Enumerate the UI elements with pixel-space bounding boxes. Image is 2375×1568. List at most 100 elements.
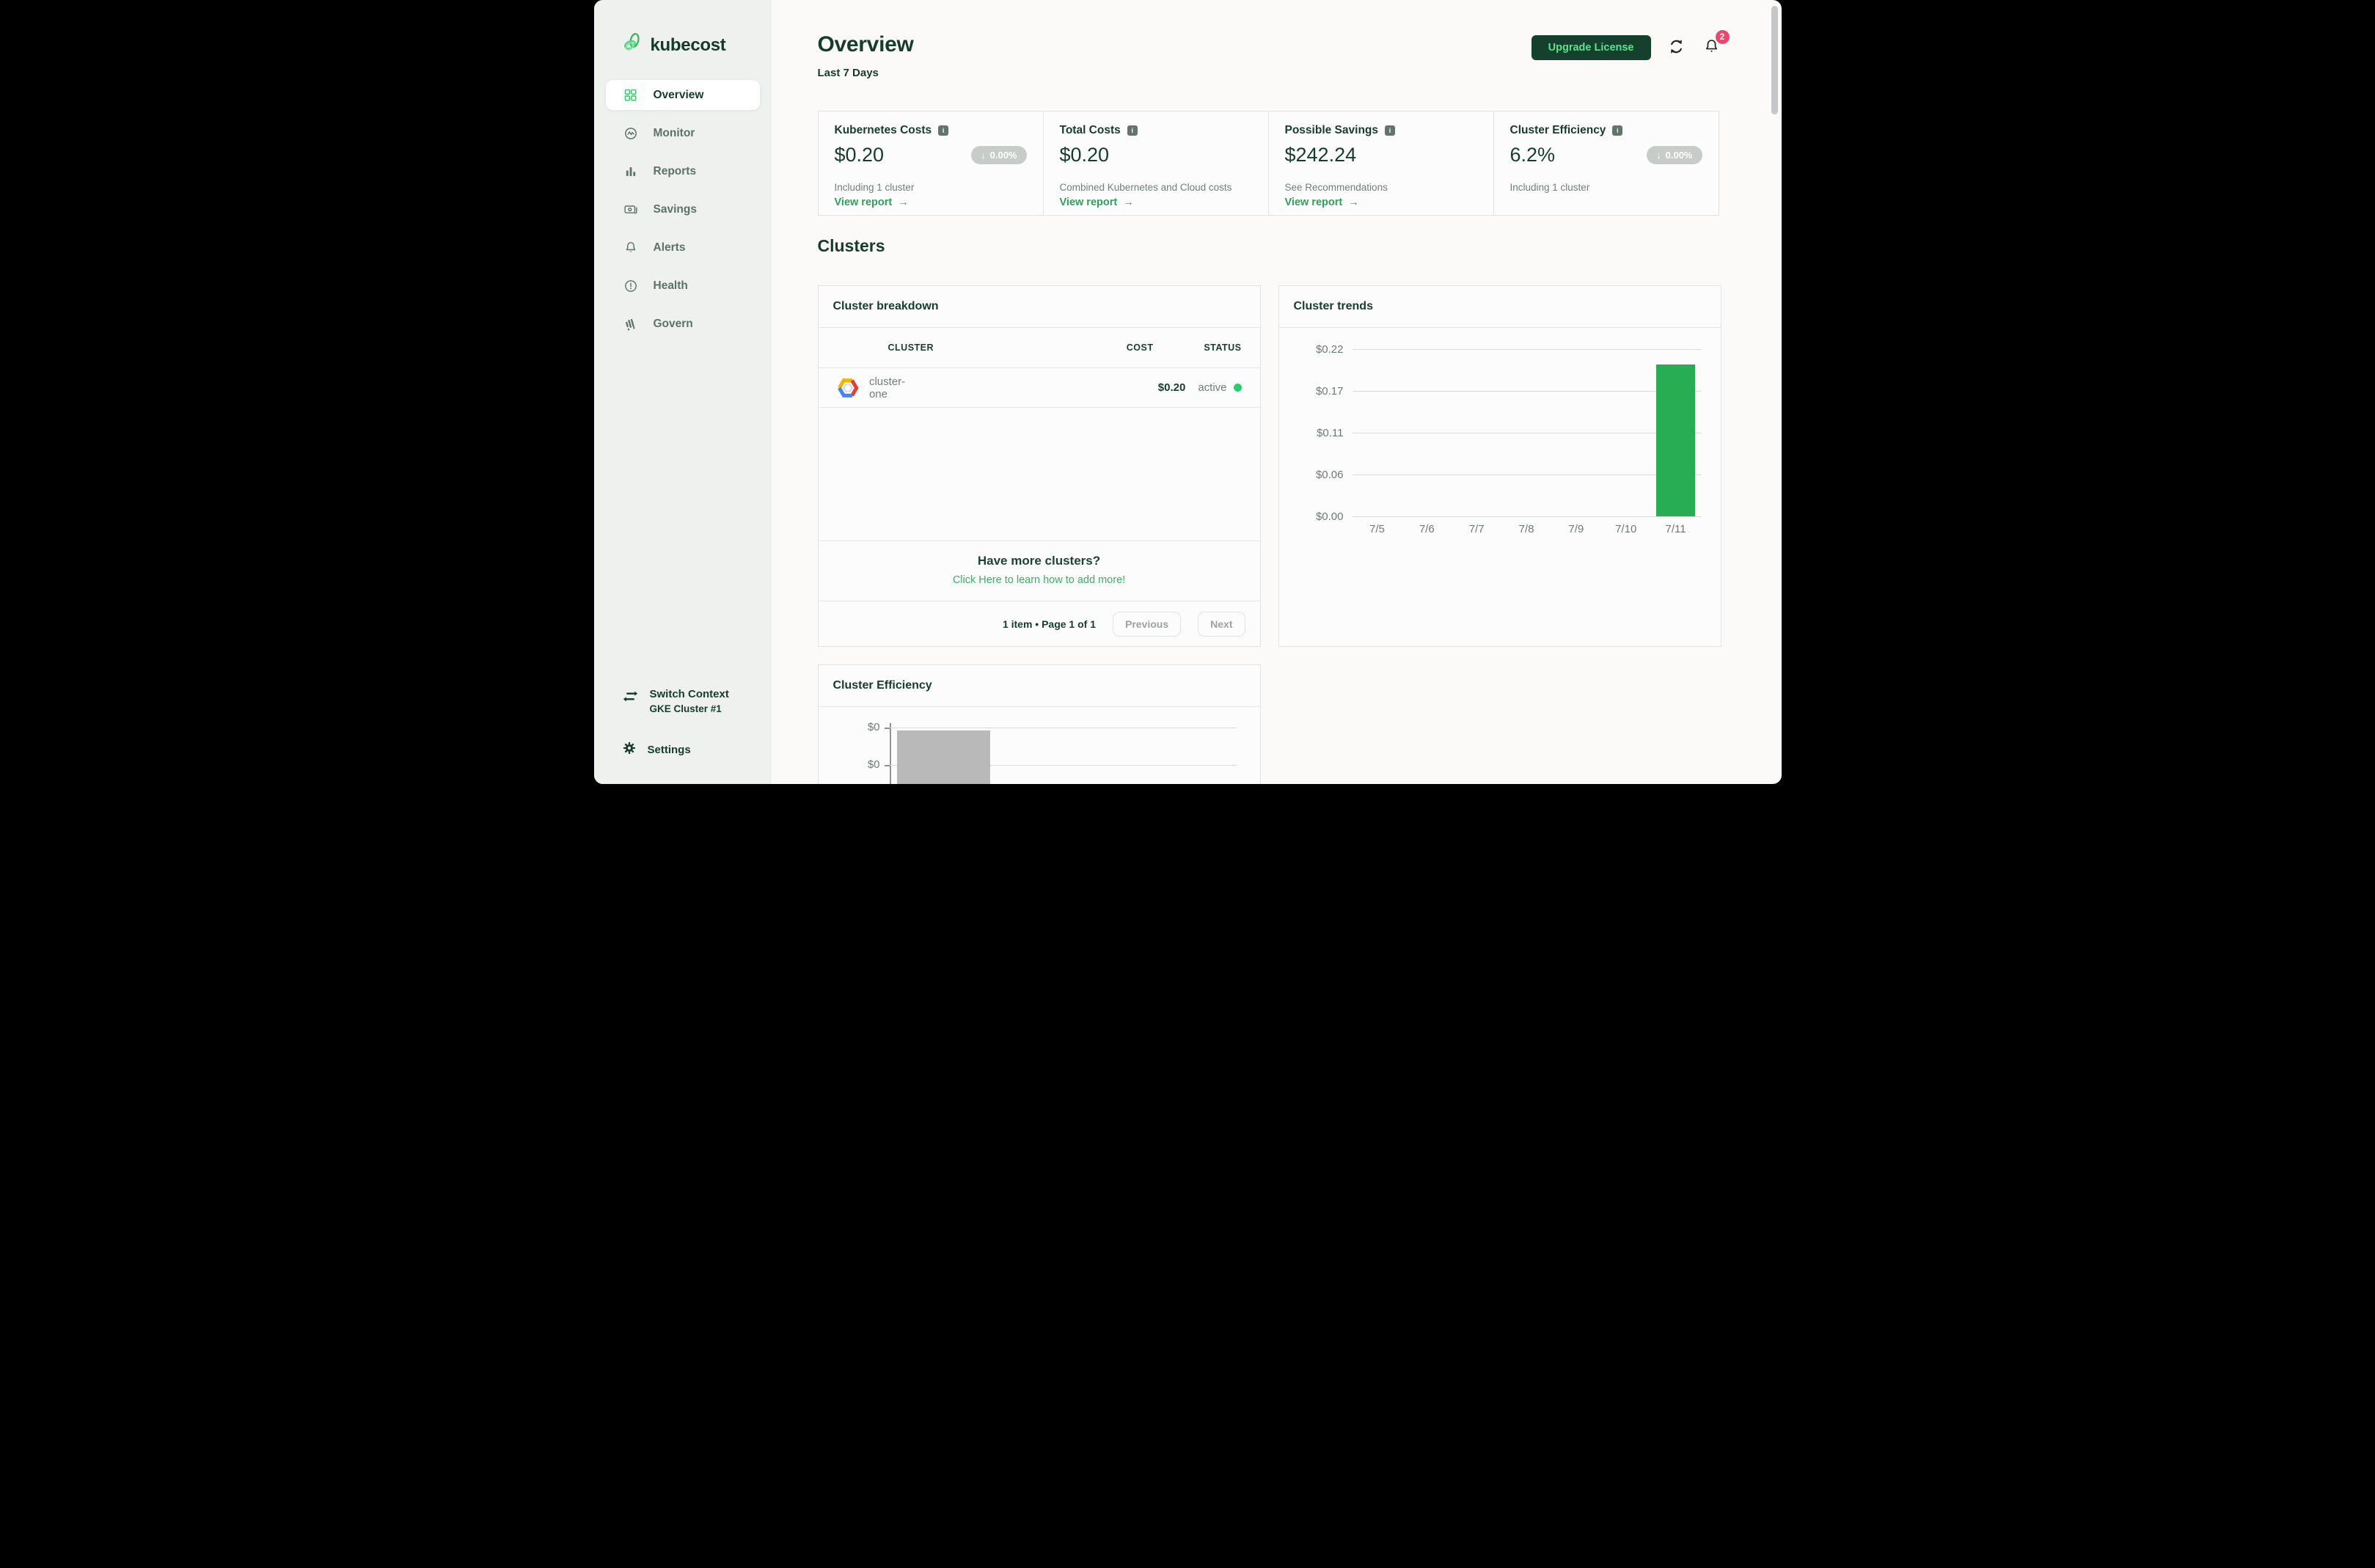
x-tick-label: 7/8	[1518, 523, 1534, 535]
exclamation-circle-icon	[623, 279, 638, 293]
sidebar-item-govern[interactable]: Govern	[594, 305, 772, 343]
status-active-dot	[1233, 384, 1242, 392]
cluster-trends-card: Cluster trends $0.00 $0.06 $0.11 $0.17 $0.22…	[1278, 285, 1721, 647]
cluster-trends-chart: $0.00 $0.06 $0.11 $0.17 $0.22 7/5 7/6 7/7 7/8 7/9…	[1279, 328, 1721, 647]
page-title: Overview	[817, 32, 914, 56]
page-header: Overview Last 7 Days Upgrade License 2	[817, 30, 1730, 79]
cluster-cost: $0.20	[1157, 381, 1186, 394]
delta-badge: ↓ 0.00%	[1647, 146, 1702, 164]
view-report-link[interactable]: View report →	[835, 197, 1027, 208]
gavel-icon	[623, 317, 638, 331]
monitor-pulse-icon	[623, 126, 638, 141]
sidebar-item-alerts[interactable]: Alerts	[594, 229, 772, 267]
stat-value: $0.20	[1059, 144, 1110, 166]
cluster-efficiency-card: Cluster Efficiency $0 $0	[817, 664, 1261, 784]
stat-title: Cluster Efficiency	[1509, 124, 1606, 136]
kubecost-logo: kubecost	[622, 32, 772, 58]
arrow-down-icon: ↓	[1656, 150, 1661, 161]
stat-value: 6.2%	[1509, 144, 1556, 166]
settings-button[interactable]: Settings	[622, 741, 763, 759]
notifications-button[interactable]: 2	[1702, 30, 1730, 59]
gear-icon	[622, 741, 637, 759]
sidebar-nav: Overview Monitor Reports Savings Alerts …	[594, 80, 772, 343]
arrow-down-icon: ↓	[981, 150, 986, 161]
sidebar-item-reports[interactable]: Reports	[594, 153, 772, 191]
stat-description: See Recommendations	[1284, 182, 1388, 193]
switch-context-button[interactable]: Switch Context GKE Cluster #1	[622, 688, 763, 714]
sidebar-item-label: Overview	[653, 88, 704, 101]
x-tick-label: 7/9	[1568, 523, 1584, 535]
banknote-icon	[623, 202, 638, 217]
column-status: STATUS	[1204, 342, 1242, 353]
y-tick-label: $0	[867, 758, 880, 771]
swap-arrows-icon	[622, 688, 639, 714]
info-icon[interactable]: i	[1385, 125, 1395, 136]
sidebar-item-label: Reports	[653, 165, 697, 177]
add-clusters-cta: Have more clusters? Click Here to learn …	[818, 541, 1260, 601]
stat-card-kubernetes-costs: Kubernetes Costs i $0.20 ↓ 0.00% Includin…	[817, 111, 1044, 216]
y-tick-label: $0	[867, 721, 880, 733]
arrow-right-icon: →	[1348, 197, 1359, 208]
cluster-breakdown-card: Cluster breakdown CLUSTER COST STATUS cl…	[817, 285, 1261, 647]
grid-icon	[623, 88, 638, 103]
y-tick-label: $0.06	[1315, 469, 1344, 481]
pagination-bar: 1 item • Page 1 of 1 Previous Next	[818, 601, 1260, 646]
view-report-link[interactable]: View report →	[1060, 197, 1252, 208]
y-tick-mark	[884, 765, 890, 766]
stat-value: $0.20	[834, 144, 885, 166]
previous-page-button[interactable]: Previous	[1113, 611, 1182, 637]
kubecost-logo-icon	[622, 32, 644, 58]
y-tick-label: $0.17	[1315, 385, 1344, 398]
view-report-link[interactable]: View report →	[1285, 197, 1477, 208]
y-gridline	[1352, 349, 1701, 350]
stat-cards-row: Kubernetes Costs i $0.20 ↓ 0.00% Includin…	[817, 111, 1721, 216]
stat-description: Combined Kubernetes and Cloud costs	[1059, 182, 1232, 193]
y-gridline	[1352, 516, 1701, 517]
pagination-summary: 1 item • Page 1 of 1	[1002, 618, 1096, 630]
sidebar-item-health[interactable]: Health	[594, 267, 772, 305]
cta-title: Have more clusters?	[977, 554, 1101, 568]
main-content: Overview Last 7 Days Upgrade License 2 K…	[772, 0, 1782, 784]
x-tick-label: 7/6	[1419, 523, 1435, 535]
sidebar-bottom: Switch Context GKE Cluster #1 Settings	[594, 688, 772, 784]
cluster-status: active	[1198, 381, 1227, 394]
notification-count-badge: 2	[1715, 30, 1730, 44]
gcp-provider-icon	[819, 377, 869, 399]
sidebar-item-label: Health	[653, 279, 688, 292]
next-page-button[interactable]: Next	[1198, 611, 1245, 637]
sidebar-item-overview[interactable]: Overview	[605, 80, 760, 110]
settings-label: Settings	[647, 744, 691, 756]
info-icon[interactable]: i	[938, 125, 949, 136]
sidebar-item-savings[interactable]: Savings	[594, 191, 772, 229]
stat-title: Total Costs	[1059, 124, 1121, 136]
upgrade-license-button[interactable]: Upgrade License	[1531, 35, 1651, 60]
table-row[interactable]: cluster-one $0.20 active	[818, 368, 1260, 408]
sidebar-item-monitor[interactable]: Monitor	[594, 114, 772, 153]
sidebar-item-label: Alerts	[653, 241, 686, 254]
vertical-scrollbar[interactable]	[1771, 6, 1778, 114]
y-axis-line	[889, 723, 891, 784]
y-tick-label: $0.22	[1315, 343, 1344, 356]
stat-title: Kubernetes Costs	[834, 124, 932, 136]
info-icon[interactable]: i	[1127, 125, 1138, 136]
bar-chart-icon	[623, 164, 638, 179]
y-tick-label: $0.11	[1317, 427, 1344, 439]
refresh-button[interactable]	[1666, 36, 1687, 59]
add-clusters-link[interactable]: Click Here to learn how to add more!	[819, 574, 1260, 586]
sidebar-item-label: Savings	[653, 203, 697, 216]
y-tick-mark	[884, 728, 890, 729]
y-tick-label: $0.00	[1315, 510, 1344, 523]
trend-bar-7/11	[1656, 364, 1696, 516]
arrow-right-icon: →	[898, 197, 909, 208]
app-window: kubecost Overview Monitor Reports Saving…	[593, 0, 1782, 784]
x-tick-label: 7/10	[1615, 523, 1637, 535]
x-tick-label: 7/7	[1468, 523, 1485, 535]
stat-value: $242.24	[1284, 144, 1357, 166]
stat-title: Possible Savings	[1284, 124, 1379, 136]
x-tick-label: 7/11	[1665, 523, 1686, 535]
column-cluster: CLUSTER	[888, 342, 934, 353]
info-icon[interactable]: i	[1612, 125, 1623, 136]
stat-card-cluster-efficiency: Cluster Efficiency i 6.2% ↓ 0.00% Includi…	[1493, 111, 1719, 216]
table-header-row: CLUSTER COST STATUS	[818, 328, 1260, 368]
cluster-trends-title: Cluster trends	[1278, 286, 1721, 328]
